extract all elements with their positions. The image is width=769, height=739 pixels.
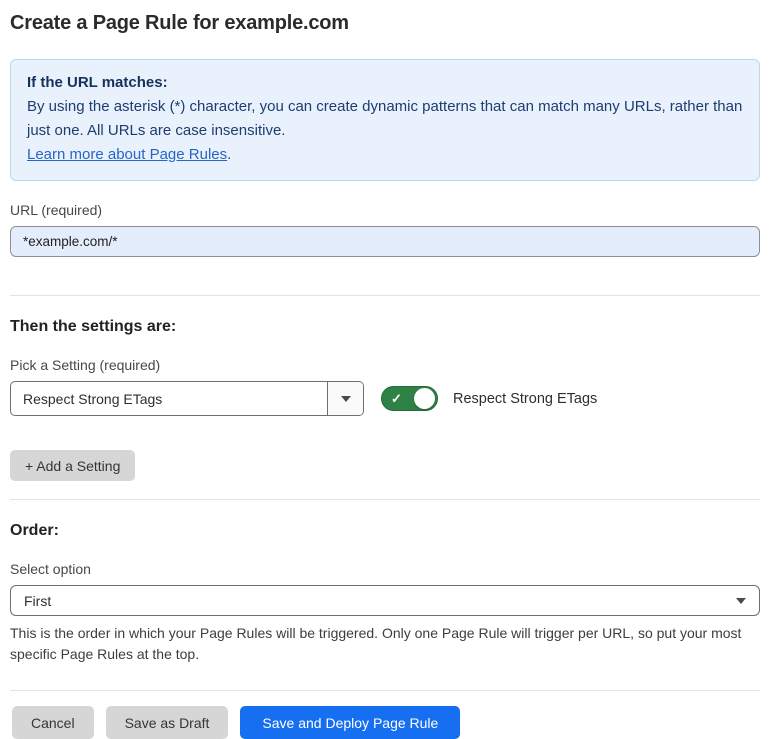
add-setting-button[interactable]: + Add a Setting [10,450,135,481]
order-dropdown[interactable]: First [10,585,760,616]
page-title: Create a Page Rule for example.com [10,12,760,35]
setting-dropdown-value: Respect Strong ETags [11,382,327,415]
setting-dropdown[interactable]: Respect Strong ETags [10,381,364,416]
cancel-button[interactable]: Cancel [12,706,94,739]
pick-setting-label: Pick a Setting (required) [10,357,760,373]
url-match-info-box: If the URL matches: By using the asteris… [10,59,760,181]
setting-toggle[interactable]: ✓ [381,386,438,411]
order-heading: Order: [10,522,760,540]
chevron-down-icon [341,396,351,402]
toggle-knob [414,388,435,409]
info-box-heading: If the URL matches: [27,71,743,95]
setting-toggle-label: Respect Strong ETags [453,391,597,407]
section-divider [10,499,760,500]
learn-more-link[interactable]: Learn more about Page Rules [27,146,227,163]
info-box-link-row: Learn more about Page Rules. [27,143,743,167]
footer-actions: Cancel Save as Draft Save and Deploy Pag… [10,690,760,739]
order-select-label: Select option [10,561,760,577]
save-draft-button[interactable]: Save as Draft [106,706,229,739]
order-help-text: This is the order in which your Page Rul… [10,623,750,665]
order-dropdown-value: First [24,593,51,609]
section-divider [10,295,760,296]
settings-heading: Then the settings are: [10,318,760,336]
save-deploy-button[interactable]: Save and Deploy Page Rule [240,706,460,739]
setting-dropdown-arrow-button[interactable] [327,382,363,415]
setting-row: Respect Strong ETags ✓ Respect Strong ET… [10,381,760,416]
url-input[interactable] [10,226,760,257]
info-box-body: By using the asterisk (*) character, you… [27,95,743,143]
chevron-down-icon [736,598,746,604]
link-period: . [227,146,231,163]
check-icon: ✓ [391,392,402,405]
url-field-label: URL (required) [10,202,760,218]
